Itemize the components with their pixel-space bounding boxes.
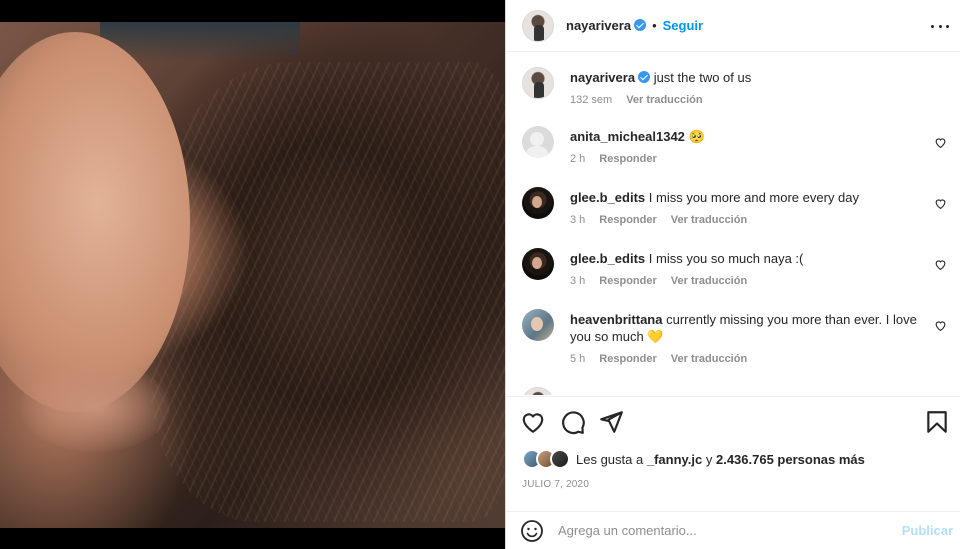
comment-item: heavenbrittana currently missing you mor… <box>522 309 947 365</box>
comment-time[interactable]: 3 h <box>570 214 585 226</box>
verified-badge-icon <box>634 18 647 31</box>
caption-text: just the two of us <box>653 70 752 85</box>
comment-input[interactable] <box>558 523 878 538</box>
bookmark-icon[interactable] <box>924 409 950 435</box>
like-comment-heart-icon[interactable] <box>934 136 947 149</box>
post-side-panel: nayarivera • Seguir nayarivera just the … <box>505 0 960 549</box>
like-comment-heart-icon[interactable] <box>934 319 947 332</box>
commenter-avatar-partial[interactable] <box>522 387 554 395</box>
reply-link[interactable]: Responder <box>599 214 656 226</box>
reply-link[interactable]: Responder <box>599 353 656 365</box>
add-comment-bar: Publicar <box>506 511 960 549</box>
comments-list[interactable]: nayarivera just the two of us 132 sem Ve… <box>506 53 960 395</box>
post-photo[interactable] <box>0 22 505 528</box>
post-photo-area <box>0 0 505 549</box>
verified-badge-icon <box>638 71 651 83</box>
liker-avatars[interactable] <box>522 449 570 469</box>
separator-dot: • <box>652 18 657 33</box>
comment-time[interactable]: 2 h <box>570 153 585 165</box>
author-username[interactable]: nayarivera <box>566 18 631 33</box>
likes-summary: Les gusta a _fanny.jc y 2.436.765 person… <box>522 449 865 469</box>
comment-icon[interactable] <box>560 409 586 435</box>
post-date[interactable]: JULIO 7, 2020 <box>522 479 589 490</box>
more-options-icon[interactable] <box>931 18 949 34</box>
caption-username[interactable]: nayarivera <box>570 70 635 85</box>
commenter-avatar[interactable] <box>522 187 554 219</box>
reply-link[interactable]: Responder <box>599 153 656 165</box>
author-username-wrap: nayarivera <box>566 17 647 35</box>
likes-prefix: Les gusta a <box>576 451 644 467</box>
reply-link[interactable]: Responder <box>599 275 656 287</box>
commenter-username[interactable]: anita_micheal1342 <box>570 129 685 144</box>
heart-icon[interactable] <box>520 409 546 435</box>
comment-time[interactable]: 5 h <box>570 353 585 365</box>
comment-text: 🥺 <box>688 129 705 144</box>
comment-time[interactable]: 3 h <box>570 275 585 287</box>
publish-button[interactable]: Publicar <box>902 523 953 538</box>
comment-text: I miss you so much naya :( <box>648 251 804 266</box>
like-comment-heart-icon[interactable] <box>934 258 947 271</box>
translate-link[interactable]: Ver traducción <box>671 353 747 365</box>
post-actions: Les gusta a _fanny.jc y 2.436.765 person… <box>506 396 960 516</box>
translate-link[interactable]: Ver traducción <box>671 275 747 287</box>
comment-item: glee.b_edits I miss you more and more ev… <box>522 187 947 226</box>
emoji-icon[interactable] <box>520 519 544 543</box>
caption-translate-link[interactable]: Ver traducción <box>626 94 702 106</box>
commenter-username[interactable]: heavenbrittana <box>570 312 662 327</box>
comment-item: anita_micheal1342 🥺 2 h Responder <box>522 126 947 165</box>
commenter-username[interactable]: glee.b_edits <box>570 190 645 205</box>
liker-username[interactable]: _fanny.jc <box>647 452 702 467</box>
likes-middle: y <box>705 451 713 467</box>
share-icon[interactable] <box>598 409 624 435</box>
comment-item: glee.b_edits I miss you so much naya :( … <box>522 248 947 287</box>
commenter-avatar[interactable] <box>522 126 554 158</box>
author-avatar[interactable] <box>522 9 554 42</box>
caption-avatar[interactable] <box>522 67 554 99</box>
likes-count[interactable]: 2.436.765 personas más <box>716 452 865 467</box>
post-header: nayarivera • Seguir <box>506 0 960 52</box>
caption-time[interactable]: 132 sem <box>570 94 612 106</box>
translate-link[interactable]: Ver traducción <box>671 214 747 226</box>
commenter-username[interactable]: glee.b_edits <box>570 251 645 266</box>
follow-button[interactable]: Seguir <box>663 18 703 33</box>
comment-text: I miss you more and more every day <box>648 190 860 205</box>
like-comment-heart-icon[interactable] <box>934 197 947 210</box>
caption: nayarivera just the two of us 132 sem Ve… <box>522 67 947 106</box>
commenter-avatar[interactable] <box>522 248 554 280</box>
commenter-avatar[interactable] <box>522 309 554 341</box>
